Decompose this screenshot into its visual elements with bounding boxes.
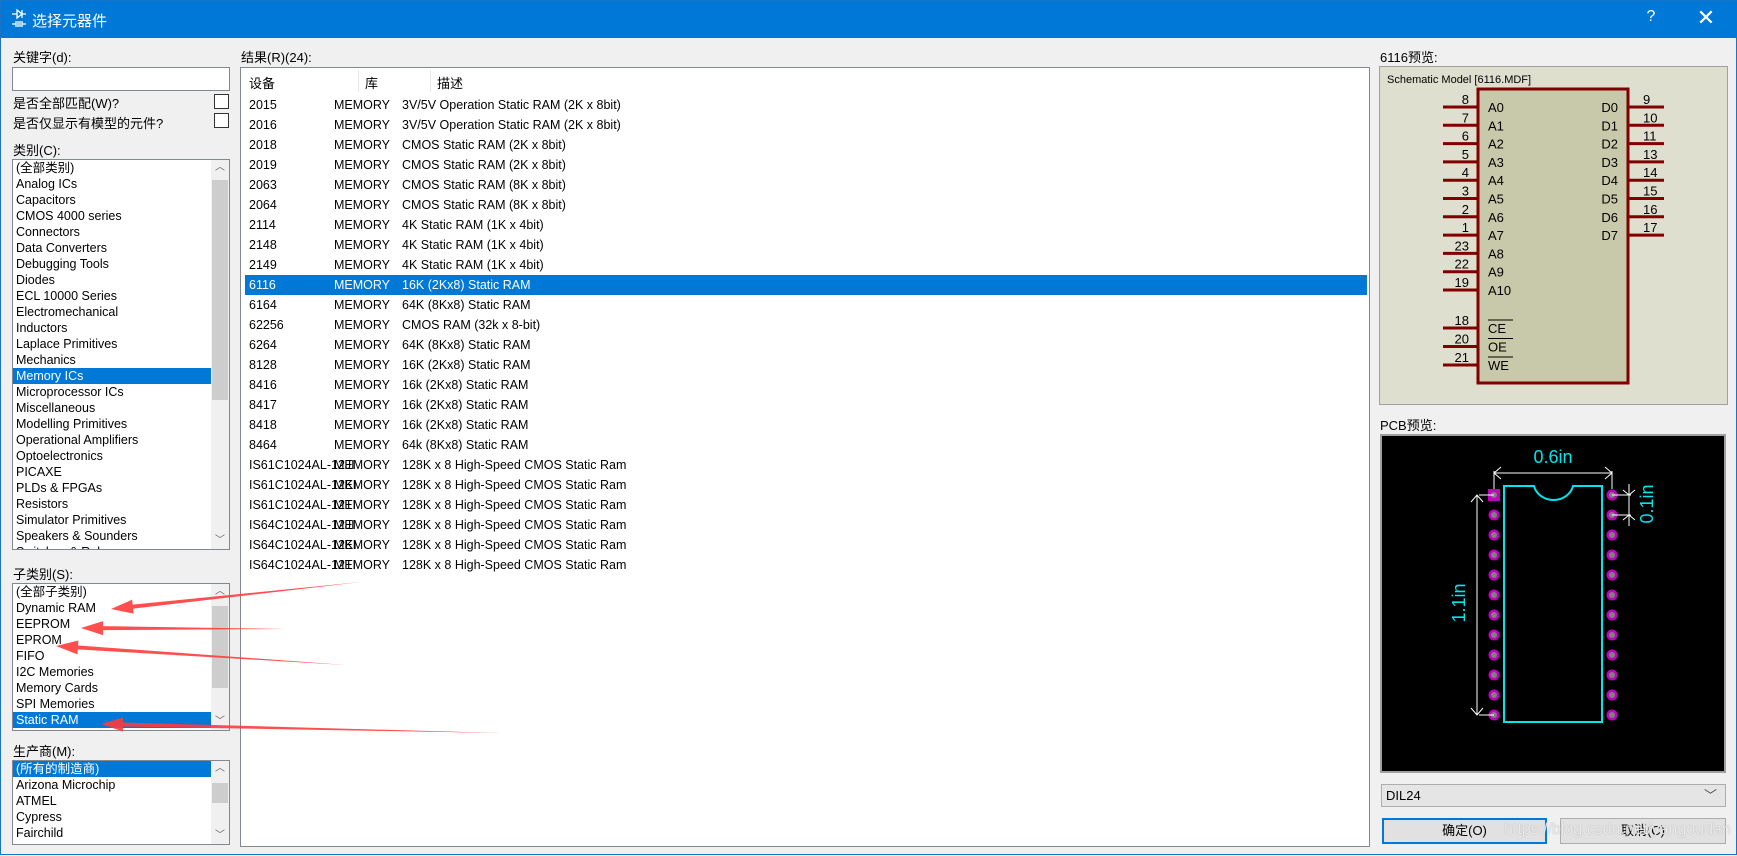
pad-drill [1609, 672, 1615, 678]
pad-drill [1609, 612, 1615, 618]
pad-drill [1491, 532, 1497, 538]
ok-button[interactable]: 确定(O) [1382, 818, 1547, 844]
pad-drill [1609, 552, 1615, 558]
dim-width-label: 0.6in [1533, 447, 1572, 467]
component-outline [1503, 485, 1603, 723]
pad-drill [1491, 592, 1497, 598]
dim-pitch [1612, 484, 1636, 526]
pad-drill [1609, 572, 1615, 578]
pcb-footprint: 0.6in 1.1in 0.1in [1449, 447, 1657, 723]
pad-drill [1609, 692, 1615, 698]
chevron-down-icon: ﹀ [1703, 788, 1717, 803]
dim-height [1470, 494, 1494, 716]
package-select[interactable]: DIL24 ﹀ [1381, 784, 1726, 807]
dim-height-label: 1.1in [1449, 583, 1469, 622]
pad-drill [1609, 652, 1615, 658]
pad-drill [1491, 512, 1497, 518]
pad-drill [1491, 672, 1497, 678]
pad-drill [1609, 632, 1615, 638]
pad-drill [1491, 692, 1497, 698]
pad-drill [1491, 552, 1497, 558]
pad-drill [1491, 632, 1497, 638]
pad-drill [1609, 712, 1615, 718]
pad-drill [1609, 532, 1615, 538]
pad-drill [1491, 612, 1497, 618]
cancel-button[interactable]: 取消(C) [1560, 818, 1726, 844]
pad-drill [1609, 592, 1615, 598]
dim-pitch-label: 0.1in [1637, 484, 1657, 523]
pad-drill [1491, 652, 1497, 658]
package-value: DIL24 [1386, 788, 1421, 803]
pad-drill [1491, 572, 1497, 578]
